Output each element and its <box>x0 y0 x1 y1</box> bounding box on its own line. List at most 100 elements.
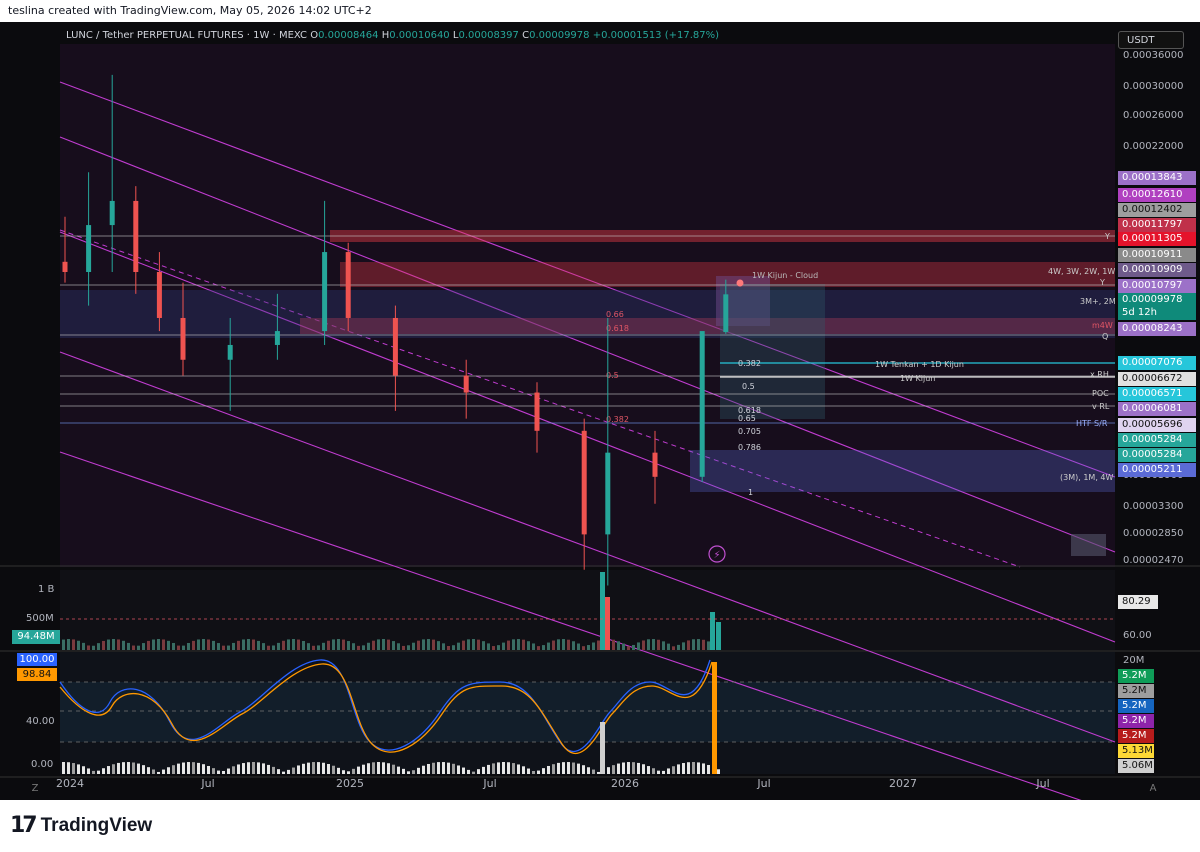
time-axis-tick: Jul <box>1035 777 1049 790</box>
annotation-label: 4W, 3W, 2W, 1W <box>1048 267 1115 276</box>
volume-bar <box>72 639 75 650</box>
hist-bar <box>717 769 720 774</box>
volume-bar <box>187 642 190 650</box>
volume-bar <box>332 639 335 650</box>
price-level-label: 0.00005696 <box>1118 418 1196 432</box>
hist-bar <box>92 770 95 774</box>
volume-bar <box>62 639 65 650</box>
volume-bar <box>642 640 645 650</box>
hist-bar <box>632 762 635 774</box>
price-axis-tick: 0.00002850 <box>1123 528 1183 539</box>
volume-bar <box>472 639 475 650</box>
volume-bar <box>442 643 445 650</box>
hist-bar <box>107 766 110 774</box>
volume-pane-bg <box>60 570 1115 650</box>
hist-bar <box>442 762 445 774</box>
hist-bar <box>662 770 665 774</box>
volume-bar <box>282 640 285 650</box>
volume-bar <box>197 639 200 650</box>
currency-button[interactable]: USDT <box>1118 31 1184 49</box>
volume-bar <box>617 641 620 650</box>
hist-bar <box>97 770 100 774</box>
candle-body <box>652 452 658 477</box>
hist-bar <box>267 764 270 774</box>
price-level-label: 0.00010797 <box>1118 279 1196 293</box>
hist-bar <box>517 764 520 774</box>
hist-bar <box>307 762 310 774</box>
hist-bar <box>627 762 630 774</box>
symbol-title: LUNC / Tether PERPETUAL FUTURES · 1W · M… <box>66 30 307 41</box>
hist-bar <box>172 765 175 774</box>
volume-bar <box>597 640 600 650</box>
tradingview-brand[interactable]: 17 TradingView <box>10 813 152 838</box>
volume-bar <box>587 645 590 650</box>
hist-bar <box>282 771 285 774</box>
hist-bar <box>212 768 215 774</box>
annotation-label: POC <box>1092 389 1109 398</box>
volume-bar <box>522 639 525 650</box>
volume-bar <box>677 644 680 650</box>
hist-bar <box>287 769 290 774</box>
hist-bar <box>522 766 525 774</box>
price-level-label: 0.00010911 <box>1118 248 1196 262</box>
hist-spike <box>712 662 717 774</box>
candle-body <box>86 225 92 272</box>
hist-bar <box>147 767 150 774</box>
hist-bar <box>117 762 120 774</box>
hist-bar <box>512 763 515 774</box>
hist-bar <box>697 762 700 774</box>
volume-bar <box>152 639 155 650</box>
volume-bar <box>167 640 170 650</box>
hist-bar <box>392 764 395 774</box>
candle-body <box>274 331 280 345</box>
volume-bar <box>367 642 370 650</box>
volume-bar <box>392 641 395 650</box>
annotation-label: m4W <box>1092 321 1113 330</box>
volume-bar <box>177 645 180 650</box>
header-text: teslina created with TradingView.com, Ma… <box>8 4 372 17</box>
annotation-label: (3M), 1M, 4W <box>1060 473 1113 482</box>
hist-bar <box>137 763 140 774</box>
volume-bar <box>207 639 210 650</box>
hist-bar <box>652 768 655 774</box>
price-level-label: 0.00011797 <box>1118 218 1196 232</box>
hist-bar <box>622 762 625 774</box>
stoch-d-value: 98.84 <box>17 668 57 681</box>
hist-bar <box>367 763 370 774</box>
volume-bar <box>142 643 145 650</box>
price-level-label: 0.00006081 <box>1118 402 1196 416</box>
hist-bar <box>432 762 435 774</box>
hist-bar <box>527 768 530 774</box>
volume-bar <box>372 640 375 650</box>
hist-bar <box>242 763 245 774</box>
volume-bar <box>217 643 220 650</box>
hist-bar <box>672 766 675 774</box>
time-axis-tick: 2024 <box>56 777 84 790</box>
volume-bar <box>582 646 585 650</box>
candle-body <box>227 344 233 360</box>
volume-bar <box>232 642 235 650</box>
volume-profile-label: 5.06M <box>1118 759 1154 773</box>
volume-bar <box>382 639 385 650</box>
fib-label: 0.786 <box>738 443 761 452</box>
hist-bar <box>227 768 230 774</box>
volume-bar <box>447 645 450 650</box>
volume-bar <box>262 643 265 650</box>
hist-bar <box>317 762 320 774</box>
hist-bar <box>537 770 540 774</box>
hist-bar <box>447 762 450 774</box>
volume-bar <box>357 645 360 650</box>
price-level-label: 0.00009978 <box>1118 293 1196 307</box>
price-chart-svg[interactable]: 0.660.6180.50.3820.3820.50.6180.650.7050… <box>0 22 1200 800</box>
price-level-label: 0.00010909 <box>1118 263 1196 277</box>
chart-area[interactable]: 0.66 0.618 0.5 0.382 0.382 0.5 0.618 0.65 0.705 0… <box>0 22 1200 800</box>
support-zone <box>690 450 1115 492</box>
fib-label: 0.705 <box>738 427 761 436</box>
hist-bar <box>422 765 425 774</box>
volume-bar <box>237 640 240 650</box>
hist-bar <box>362 764 365 774</box>
hist-bar <box>407 771 410 774</box>
stoch-axis-tick: 0.00 <box>31 759 53 770</box>
price-level-label: 0.00005211 <box>1118 463 1196 477</box>
volume-bar <box>572 641 575 650</box>
